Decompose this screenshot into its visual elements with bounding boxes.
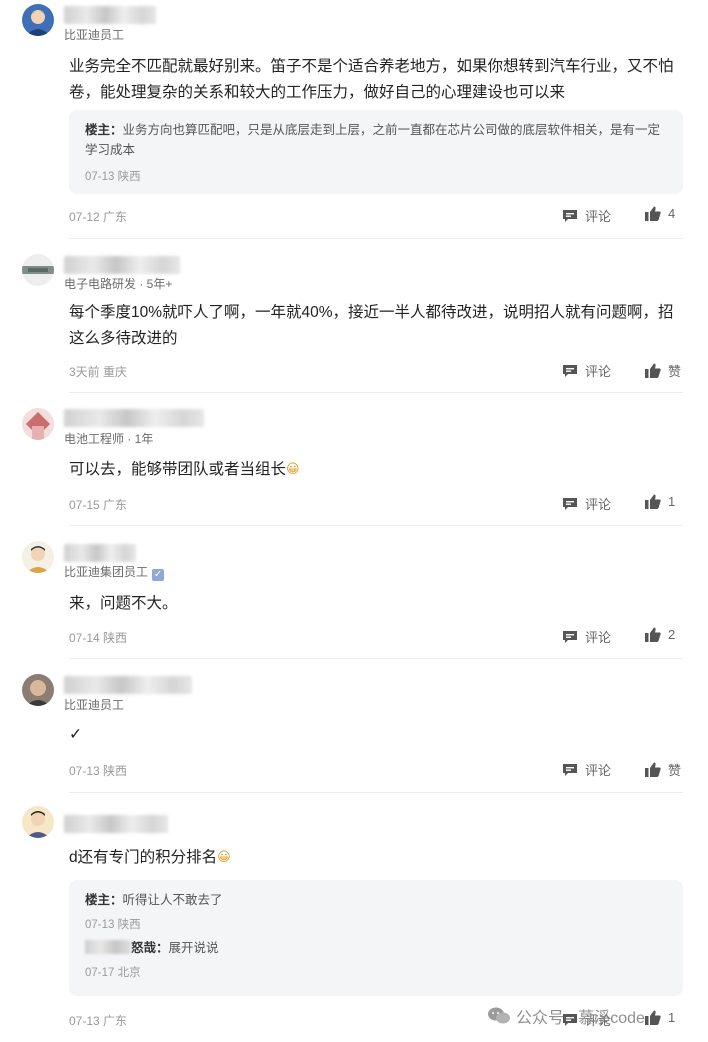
watermark: 公众号 · 慕溪code <box>488 1004 645 1028</box>
comment-meta: 07-15 广东 <box>69 498 128 512</box>
comment-label: 评论 <box>585 364 612 379</box>
avatar[interactable] <box>22 674 54 706</box>
smile-emoji-icon: 😀 <box>286 461 300 476</box>
comment-body: d还有专门的积分排名😀 <box>69 844 689 871</box>
reply-box: 楼主：听得让人不敢去了 07-13 陕西 怒哉：展开说说 07-17 北京 <box>69 880 683 996</box>
watermark-text: 公众号 · 慕溪code <box>516 1010 645 1027</box>
username-blurred[interactable] <box>64 6 156 24</box>
username-blurred <box>85 940 131 954</box>
user-title: 比亚迪集团员工 ✓ <box>64 563 165 581</box>
like-count: 赞 <box>668 364 682 379</box>
reply-meta: 07-13 陕西 <box>85 919 141 931</box>
comment-button[interactable]: 评论 <box>562 206 611 225</box>
like-button[interactable]: 2 <box>645 627 675 642</box>
user-title: 电池工程师 · 1年 <box>64 432 154 446</box>
divider <box>69 238 683 239</box>
verified-badge-icon: ✓ <box>152 569 165 581</box>
thumbs-up-icon <box>645 762 661 777</box>
comment-button[interactable]: 评论 <box>562 494 611 513</box>
divider <box>69 525 683 526</box>
comment-meta: 3天前 重庆 <box>69 365 128 379</box>
comment-icon <box>563 209 577 222</box>
user-title: 比亚迪员工 <box>64 28 125 42</box>
like-count: 赞 <box>668 763 682 778</box>
comment-meta: 07-12 广东 <box>69 210 128 224</box>
divider <box>69 392 683 393</box>
comment-icon <box>563 763 577 776</box>
comment-label: 评论 <box>585 497 612 512</box>
comment-button[interactable]: 评论 <box>562 760 611 779</box>
like-count: 4 <box>668 206 676 221</box>
comment-label: 评论 <box>585 630 612 645</box>
comment-body: ✓ <box>69 726 82 743</box>
like-button[interactable]: 1 <box>645 494 675 509</box>
comment-body: 来，问题不大。 <box>69 595 178 612</box>
reply-text[interactable]: 楼主：业务方向也算匹配吧，只是从底层走到上层，之前一直都在芯片公司做的底层软件相… <box>85 120 667 160</box>
reply-meta: 07-13 陕西 <box>85 171 141 183</box>
smile-emoji-icon: 😀 <box>217 849 231 864</box>
reply-text[interactable]: 楼主：听得让人不敢去了 <box>85 890 667 910</box>
wechat-icon <box>488 1007 510 1024</box>
username-blurred[interactable] <box>64 256 180 274</box>
comment-button[interactable]: 评论 <box>562 361 611 380</box>
thumbs-up-icon <box>645 627 661 642</box>
thumbs-up-icon <box>645 363 661 378</box>
comment-meta: 07-14 陕西 <box>69 631 128 645</box>
like-count: 1 <box>668 494 676 509</box>
comment-label: 评论 <box>585 763 612 778</box>
reply-content: 听得让人不敢去了 <box>122 893 223 907</box>
user-title: 比亚迪员工 <box>64 698 125 712</box>
reply-box: 楼主：业务方向也算匹配吧，只是从底层走到上层，之前一直都在芯片公司做的底层软件相… <box>69 110 683 194</box>
like-count: 1 <box>668 1010 676 1025</box>
comment-body: 每个季度10%就吓人了啊，一年就40%，接近一半人都待改进，说明招人就有问题啊，… <box>69 304 674 347</box>
avatar[interactable] <box>22 408 54 440</box>
like-button[interactable]: 1 <box>645 1010 675 1025</box>
like-button[interactable]: 赞 <box>645 760 681 779</box>
comment-label: 评论 <box>585 209 612 224</box>
reply-content: 业务方向也算匹配吧，只是从底层走到上层，之前一直都在芯片公司做的底层软件相关，是… <box>85 123 661 157</box>
thumbs-up-icon <box>645 1010 661 1025</box>
divider <box>69 658 683 659</box>
comment-icon <box>563 497 577 510</box>
comment-meta: 07-13 广东 <box>69 1014 128 1028</box>
comment-body: 可以去，能够带团队或者当组长😀 <box>69 456 689 483</box>
thumbs-up-icon <box>645 206 661 221</box>
comment-text: 可以去，能够带团队或者当组长 <box>69 461 287 478</box>
reply-text-2[interactable]: 怒哉：展开说说 <box>85 938 667 958</box>
comment-icon <box>563 364 577 377</box>
username-blurred[interactable] <box>64 544 136 562</box>
comment-text: d还有专门的积分排名 <box>69 849 218 866</box>
comment-body: 业务完全不匹配就最好别来。笛子不是个适合养老地方，如果你想转到汽车行业，又不怕卷… <box>69 58 674 101</box>
comment-button[interactable]: 评论 <box>562 627 611 646</box>
like-count: 2 <box>668 627 676 642</box>
user-title: 电子电路研发 · 5年+ <box>64 277 173 291</box>
username-blurred[interactable] <box>64 815 168 833</box>
avatar[interactable] <box>22 541 54 573</box>
avatar[interactable] <box>22 4 54 36</box>
username-blurred[interactable] <box>64 409 204 427</box>
thumbs-up-icon <box>645 494 661 509</box>
comment-meta: 07-13 陕西 <box>69 764 128 778</box>
reply-content: 展开说说 <box>168 941 219 955</box>
user-title-text: 比亚迪集团员工 <box>64 565 149 579</box>
like-button[interactable]: 4 <box>645 206 675 221</box>
avatar[interactable] <box>22 806 54 838</box>
username-blurred[interactable] <box>64 676 192 694</box>
comment-icon <box>563 630 577 643</box>
reply-user-suffix: 怒哉： <box>131 941 169 955</box>
host-label: 楼主： <box>85 893 123 907</box>
avatar[interactable] <box>22 254 54 286</box>
host-label: 楼主： <box>85 123 123 137</box>
divider <box>69 792 683 793</box>
reply-meta: 07-17 北京 <box>85 967 141 979</box>
like-button[interactable]: 赞 <box>645 361 681 380</box>
